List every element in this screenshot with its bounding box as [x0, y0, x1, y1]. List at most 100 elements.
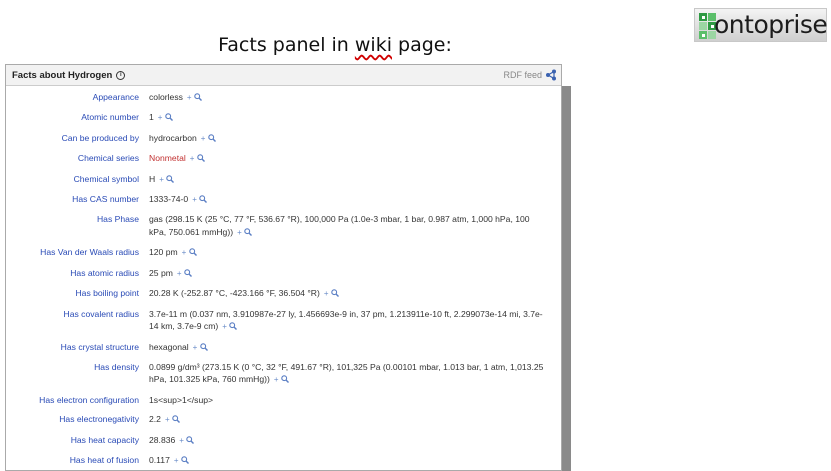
- add-value-button[interactable]: +: [182, 248, 187, 257]
- add-value-button[interactable]: +: [222, 322, 227, 331]
- magnifier-icon[interactable]: [199, 342, 208, 351]
- fact-value: 28.836 +: [149, 434, 547, 448]
- fact-row: Has electronegativity 2.2 +: [6, 410, 561, 430]
- fact-property-link[interactable]: Can be produced by: [6, 132, 149, 146]
- magnifier-icon[interactable]: [164, 113, 173, 122]
- add-value-button[interactable]: +: [177, 269, 182, 278]
- fact-value: 120 pm +: [149, 246, 547, 260]
- fact-value-text: 20.28 K (-252.87 °C, -423.166 °F, 36.504…: [149, 288, 320, 299]
- add-value-button[interactable]: +: [187, 93, 192, 102]
- magnifier-icon[interactable]: [330, 289, 339, 298]
- fact-row: Has covalent radius 3.7e-11 m (0.037 nm, …: [6, 305, 561, 338]
- fact-actions: +: [222, 322, 238, 331]
- fact-value: 20.28 K (-252.87 °C, -423.166 °F, 36.504…: [149, 287, 547, 301]
- fact-property-link[interactable]: Has heat capacity: [6, 434, 149, 448]
- magnifier-icon[interactable]: [207, 134, 216, 142]
- magnifier-icon[interactable]: [244, 228, 252, 236]
- fact-property-link[interactable]: Atomic number: [6, 111, 149, 125]
- fact-row: Has boiling point 20.28 K (-252.87 °C, -4…: [6, 284, 561, 304]
- fact-value: hydrocarbon +: [149, 132, 547, 146]
- add-value-button[interactable]: +: [274, 375, 279, 384]
- fact-row: Has crystal structure hexagonal +: [6, 338, 561, 358]
- facts-panel: Facts about Hydrogen i RDF feed Appearan…: [5, 64, 562, 471]
- fact-actions: +: [324, 289, 339, 298]
- fact-property-link[interactable]: Has Phase: [6, 213, 149, 239]
- add-value-button[interactable]: +: [324, 289, 329, 298]
- fact-value[interactable]: Nonmetal +: [149, 152, 547, 166]
- magnifier-icon[interactable]: [199, 195, 208, 203]
- magnifier-icon[interactable]: [166, 174, 175, 183]
- magnifier-icon[interactable]: [194, 93, 202, 101]
- fact-value-text: hexagonal: [149, 341, 189, 352]
- fact-actions: +: [190, 154, 205, 163]
- fact-property-link[interactable]: Has electronegativity: [6, 413, 149, 427]
- fact-row: Has Phase gas (298.15 K (25 °C, 77 °F, 53…: [6, 210, 561, 243]
- fact-property-link[interactable]: Has covalent radius: [6, 308, 149, 334]
- fact-value-text: Nonmetal: [149, 153, 186, 164]
- rdf-feed-label[interactable]: RDF feed: [503, 70, 542, 80]
- fact-value: 0.0899 g/dm³ (273.15 K (0 °C, 32 °F, 491…: [149, 361, 547, 387]
- fact-property-link[interactable]: Has Van der Waals radius: [6, 246, 149, 260]
- fact-value-text: 1333-74-0: [149, 193, 189, 204]
- magnifier-icon[interactable]: [196, 154, 205, 163]
- fact-actions: +: [158, 113, 173, 122]
- facts-panel-title: Facts about Hydrogen i: [12, 69, 126, 81]
- magnifier-icon[interactable]: [172, 415, 180, 424]
- fact-property-link[interactable]: Chemical series: [6, 152, 149, 166]
- ontoprise-logo: ontoprise: [694, 8, 828, 42]
- fact-value-text: hydrocarbon: [149, 132, 197, 143]
- fact-value: 2.2 +: [149, 413, 547, 427]
- magnifier-icon[interactable]: [184, 268, 192, 277]
- add-value-button[interactable]: +: [165, 415, 170, 424]
- rdf-feed-link[interactable]: RDF feed: [503, 69, 557, 81]
- add-value-button[interactable]: +: [192, 195, 197, 204]
- fact-value-text: 0.0899 g/dm³ (273.15 K (0 °C, 32 °F, 491…: [149, 361, 544, 385]
- info-icon[interactable]: i: [116, 70, 126, 80]
- fact-actions: +: [237, 228, 252, 237]
- fact-value-text: gas (298.15 K (25 °C, 77 °F, 536.67 °R),…: [149, 214, 530, 237]
- fact-property-link[interactable]: Has heat of fusion: [6, 454, 149, 468]
- fact-property-link[interactable]: Has boiling point: [6, 287, 149, 301]
- fact-property-link[interactable]: Has crystal structure: [6, 341, 149, 355]
- add-value-button[interactable]: +: [201, 134, 206, 143]
- fact-value: 1 +: [149, 111, 547, 125]
- fact-property-link[interactable]: Has density: [6, 361, 149, 387]
- facts-panel-title-text: Facts about Hydrogen: [12, 69, 113, 81]
- rdf-feed-icon[interactable]: [545, 69, 557, 81]
- magnifier-icon[interactable]: [229, 322, 238, 331]
- fact-property-link[interactable]: Has CAS number: [6, 193, 149, 207]
- fact-value-text: colorless: [149, 92, 183, 102]
- magnifier-icon[interactable]: [181, 456, 189, 465]
- add-value-button[interactable]: +: [174, 456, 179, 465]
- fact-value-text: 120 pm: [149, 247, 178, 258]
- add-value-button[interactable]: +: [159, 175, 164, 184]
- fact-actions: +: [182, 248, 197, 257]
- add-value-button[interactable]: +: [158, 113, 163, 122]
- fact-actions: +: [193, 343, 208, 352]
- magnifier-icon[interactable]: [281, 375, 289, 384]
- fact-value: gas (298.15 K (25 °C, 77 °F, 536.67 °R),…: [149, 213, 547, 239]
- fact-property-link[interactable]: Has atomic radius: [6, 267, 149, 281]
- fact-property-link[interactable]: Chemical symbol: [6, 173, 149, 187]
- add-value-button[interactable]: +: [179, 436, 184, 445]
- fact-value: 0.117 +: [149, 454, 547, 468]
- fact-actions: +: [177, 269, 192, 278]
- fact-row: Appearance colorless +: [6, 88, 561, 108]
- add-value-button[interactable]: +: [237, 228, 242, 237]
- fact-actions: +: [192, 195, 208, 204]
- fact-actions: +: [187, 93, 202, 102]
- fact-value-text: 1s<sup>1</sup>: [149, 394, 214, 405]
- slide-title-prefix: Facts panel in: [218, 34, 355, 56]
- magnifier-icon[interactable]: [186, 435, 195, 444]
- fact-property-link[interactable]: Appearance: [6, 91, 149, 105]
- fact-row: Chemical series Nonmetal +: [6, 149, 561, 169]
- fact-row: Has atomic radius 25 pm +: [6, 264, 561, 284]
- slide-title: Facts panel in wiki page:: [0, 34, 670, 56]
- add-value-button[interactable]: +: [193, 343, 198, 352]
- add-value-button[interactable]: +: [190, 154, 195, 163]
- fact-actions: +: [201, 134, 216, 143]
- fact-value-text: 1: [149, 112, 154, 123]
- fact-property-link[interactable]: Has electron configuration: [6, 394, 149, 407]
- fact-value: 25 pm +: [149, 267, 547, 281]
- magnifier-icon[interactable]: [188, 248, 197, 257]
